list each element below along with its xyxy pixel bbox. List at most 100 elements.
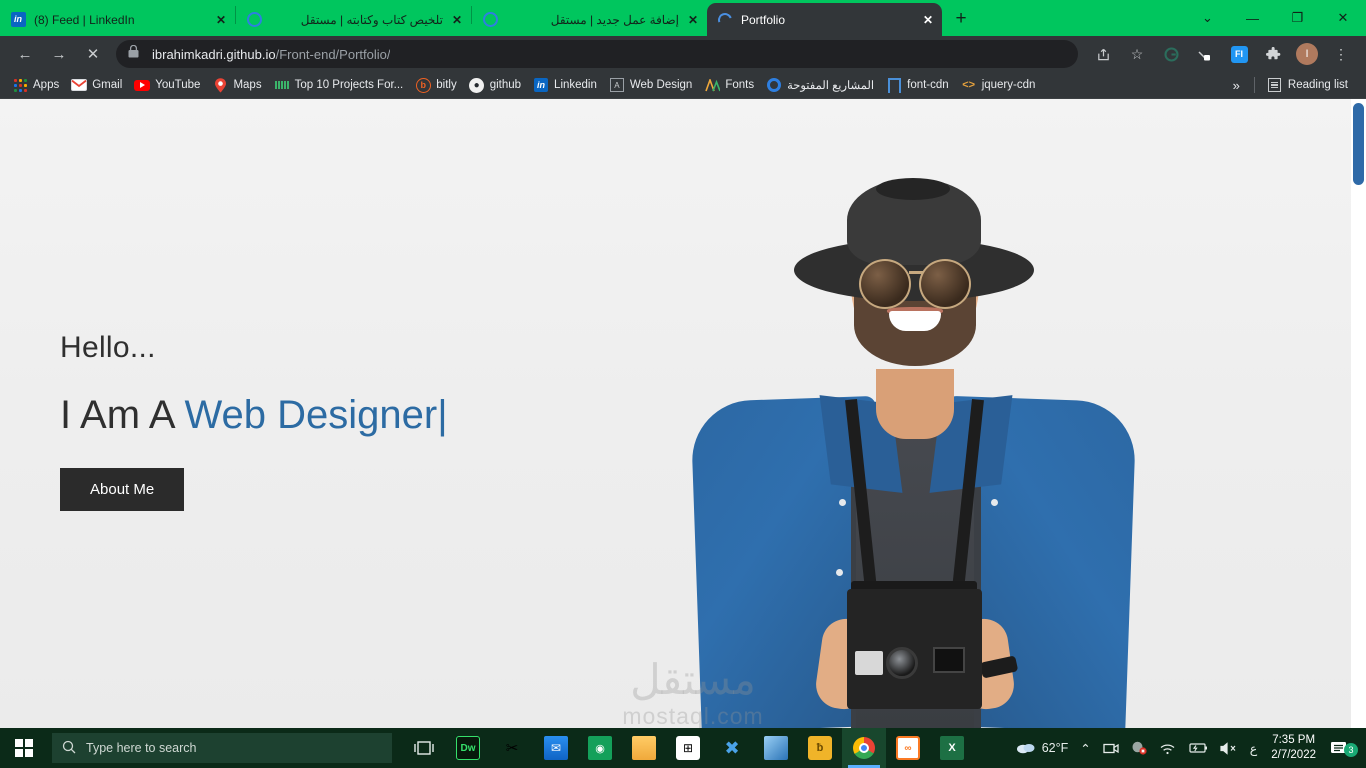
chrome-menu-icon[interactable]: ⋮ bbox=[1328, 41, 1354, 67]
tab-title: تلخيص كتاب وكتابته | مستقل bbox=[300, 12, 443, 27]
microsoft-store-taskbar-icon[interactable]: ⊞ bbox=[666, 728, 710, 768]
extensions-puzzle-icon[interactable] bbox=[1260, 41, 1286, 67]
back-button[interactable]: ← bbox=[11, 40, 39, 68]
mail-taskbar-icon[interactable]: ✉ bbox=[534, 728, 578, 768]
forward-button[interactable]: → bbox=[45, 40, 73, 68]
wifi-tray-icon[interactable] bbox=[1153, 742, 1182, 755]
grammarly-extension-icon[interactable] bbox=[1158, 41, 1184, 67]
bookmark-mostaql-open-projects[interactable]: المشاريع المفتوحة bbox=[760, 74, 880, 96]
bookmark-label: Maps bbox=[233, 79, 262, 91]
volume-muted-tray-icon[interactable] bbox=[1214, 741, 1244, 755]
hero-text-block: Hello... I Am A Web Designer| About Me bbox=[60, 331, 448, 511]
reading-list-button[interactable]: Reading list bbox=[1261, 74, 1354, 96]
bookmark-linkedin[interactable]: in Linkedin bbox=[527, 74, 603, 96]
battery-charging-tray-icon[interactable] bbox=[1182, 742, 1214, 754]
bookmark-top-10-projects[interactable]: Top 10 Projects For... bbox=[268, 74, 410, 96]
tab-search-chevron-down-icon[interactable]: ⌄ bbox=[1185, 2, 1230, 34]
linkedin-icon: in bbox=[533, 77, 549, 93]
notifications-button[interactable]: 3 bbox=[1324, 740, 1360, 757]
tab-mostaql-book-summary[interactable]: تلخيص كتاب وكتابته | مستقل ✕ bbox=[236, 3, 471, 36]
bookmark-label: YouTube bbox=[155, 79, 201, 91]
code-brackets-icon: <> bbox=[962, 79, 976, 91]
bookmark-font-cdn[interactable]: font-cdn bbox=[880, 74, 955, 96]
web-design-icon: A bbox=[609, 77, 625, 93]
profile-avatar-icon[interactable]: I bbox=[1294, 41, 1320, 67]
show-hidden-icons-chevron-up-icon[interactable]: ⌃ bbox=[1074, 741, 1096, 756]
minimize-button[interactable]: — bbox=[1230, 2, 1275, 34]
start-windows-icon[interactable] bbox=[0, 728, 48, 768]
typing-caret: | bbox=[437, 393, 448, 437]
mostaql-icon bbox=[482, 12, 498, 28]
gmail-icon bbox=[71, 77, 88, 93]
tab-linkedin[interactable]: in (8) Feed | LinkedIn ✕ bbox=[0, 3, 235, 36]
tab-close-icon[interactable]: ✕ bbox=[213, 12, 229, 28]
scrollbar-thumb[interactable] bbox=[1353, 103, 1364, 185]
bookmark-gmail[interactable]: Gmail bbox=[65, 74, 128, 96]
chrome-tab-bar: in (8) Feed | LinkedIn ✕ تلخيص كتاب وكتا… bbox=[0, 0, 1366, 36]
tab-close-icon[interactable]: ✕ bbox=[920, 12, 936, 28]
green-app-taskbar-icon[interactable]: ◉ bbox=[578, 728, 622, 768]
bookmark-youtube[interactable]: YouTube bbox=[128, 74, 206, 96]
bookmark-label: bitly bbox=[436, 79, 457, 91]
linkedin-icon: in bbox=[10, 12, 26, 28]
photos-taskbar-icon[interactable] bbox=[754, 728, 798, 768]
cloud-icon bbox=[1016, 740, 1036, 757]
close-window-button[interactable]: ✕ bbox=[1320, 2, 1366, 34]
task-view-icon[interactable] bbox=[402, 728, 446, 768]
tab-close-icon[interactable]: ✕ bbox=[685, 12, 701, 28]
eraser-extension-icon[interactable] bbox=[1192, 41, 1218, 67]
bookmark-label: github bbox=[489, 79, 522, 91]
tab-mostaql-add-work[interactable]: إضافة عمل جديد | مستقل ✕ bbox=[472, 3, 707, 36]
generic-site-icon bbox=[274, 77, 290, 93]
taskbar-search-input[interactable]: Type here to search bbox=[52, 733, 392, 763]
taskbar-app-list: Dw ✂ ✉ ◉ ⊞ ✖ ƀ ∞ X bbox=[402, 728, 974, 768]
font-cdn-icon bbox=[886, 77, 902, 93]
url-domain: ibrahimkadri.github.io bbox=[152, 46, 276, 62]
maximize-button[interactable]: ❐ bbox=[1275, 2, 1320, 34]
chrome-taskbar-icon[interactable] bbox=[842, 728, 886, 768]
file-explorer-taskbar-icon[interactable] bbox=[622, 728, 666, 768]
taskbar-clock[interactable]: 7:35 PM 2/7/2022 bbox=[1263, 733, 1324, 763]
bookmark-maps[interactable]: Maps bbox=[206, 74, 267, 96]
bookmark-bitly[interactable]: b bitly bbox=[409, 74, 462, 96]
page-scrollbar[interactable] bbox=[1351, 99, 1366, 728]
system-tray: 62°F ⌃ ع 7:35 PM 2/7/2022 3 bbox=[1010, 733, 1366, 763]
divider bbox=[1253, 77, 1255, 93]
bookmark-apps[interactable]: Apps bbox=[6, 74, 65, 96]
tab-strip: in (8) Feed | LinkedIn ✕ تلخيص كتاب وكتا… bbox=[0, 0, 1185, 36]
dreamweaver-taskbar-icon[interactable]: Dw bbox=[446, 728, 490, 768]
weather-widget[interactable]: 62°F bbox=[1010, 740, 1075, 757]
tab-portfolio[interactable]: Portfolio ✕ bbox=[707, 3, 942, 36]
stop-loading-button[interactable]: ✕ bbox=[79, 40, 107, 68]
bookmark-jquery-cdn[interactable]: <> jquery-cdn bbox=[955, 74, 1042, 96]
bookmarks-overflow-button[interactable]: » bbox=[1225, 78, 1248, 93]
bookmark-star-icon[interactable]: ☆ bbox=[1124, 41, 1150, 67]
snipping-tool-taskbar-icon[interactable]: ✂ bbox=[490, 728, 534, 768]
new-tab-button[interactable]: + bbox=[946, 4, 976, 34]
address-bar[interactable]: ibrahimkadri.github.io/Front-end/Portfol… bbox=[116, 40, 1078, 68]
bookmark-label: font-cdn bbox=[907, 79, 949, 91]
xampp-taskbar-icon[interactable]: ∞ bbox=[886, 728, 930, 768]
share-icon[interactable] bbox=[1090, 41, 1116, 67]
reading-list-label: Reading list bbox=[1287, 79, 1348, 91]
bitly-icon: b bbox=[415, 77, 431, 93]
about-me-button[interactable]: About Me bbox=[60, 468, 185, 511]
maps-pin-icon bbox=[212, 77, 228, 93]
page-viewport: Hello... I Am A Web Designer| About Me م… bbox=[0, 99, 1366, 728]
language-indicator[interactable]: ع bbox=[1244, 741, 1263, 756]
orange-app-taskbar-icon[interactable]: ƀ bbox=[798, 728, 842, 768]
tab-close-icon[interactable]: ✕ bbox=[449, 12, 465, 28]
visual-studio-taskbar-icon[interactable]: ✖ bbox=[710, 728, 754, 768]
excel-taskbar-icon[interactable]: X bbox=[930, 728, 974, 768]
bookmark-label: Linkedin bbox=[554, 79, 597, 91]
bookmark-github[interactable]: ● github bbox=[463, 74, 527, 96]
bookmark-fonts[interactable]: Fonts bbox=[698, 74, 760, 96]
mostaql-icon bbox=[246, 12, 262, 28]
bookmark-web-design[interactable]: A Web Design bbox=[603, 74, 698, 96]
mouse-disconnected-tray-icon[interactable] bbox=[1125, 741, 1153, 755]
fi-extension-icon[interactable]: FI bbox=[1226, 41, 1252, 67]
camera-tray-icon[interactable] bbox=[1097, 742, 1125, 755]
browser-toolbar: ← → ✕ ibrahimkadri.github.io/Front-end/P… bbox=[0, 36, 1366, 72]
bookmark-label: Web Design bbox=[629, 79, 693, 91]
tab-title: Portfolio bbox=[741, 12, 786, 27]
